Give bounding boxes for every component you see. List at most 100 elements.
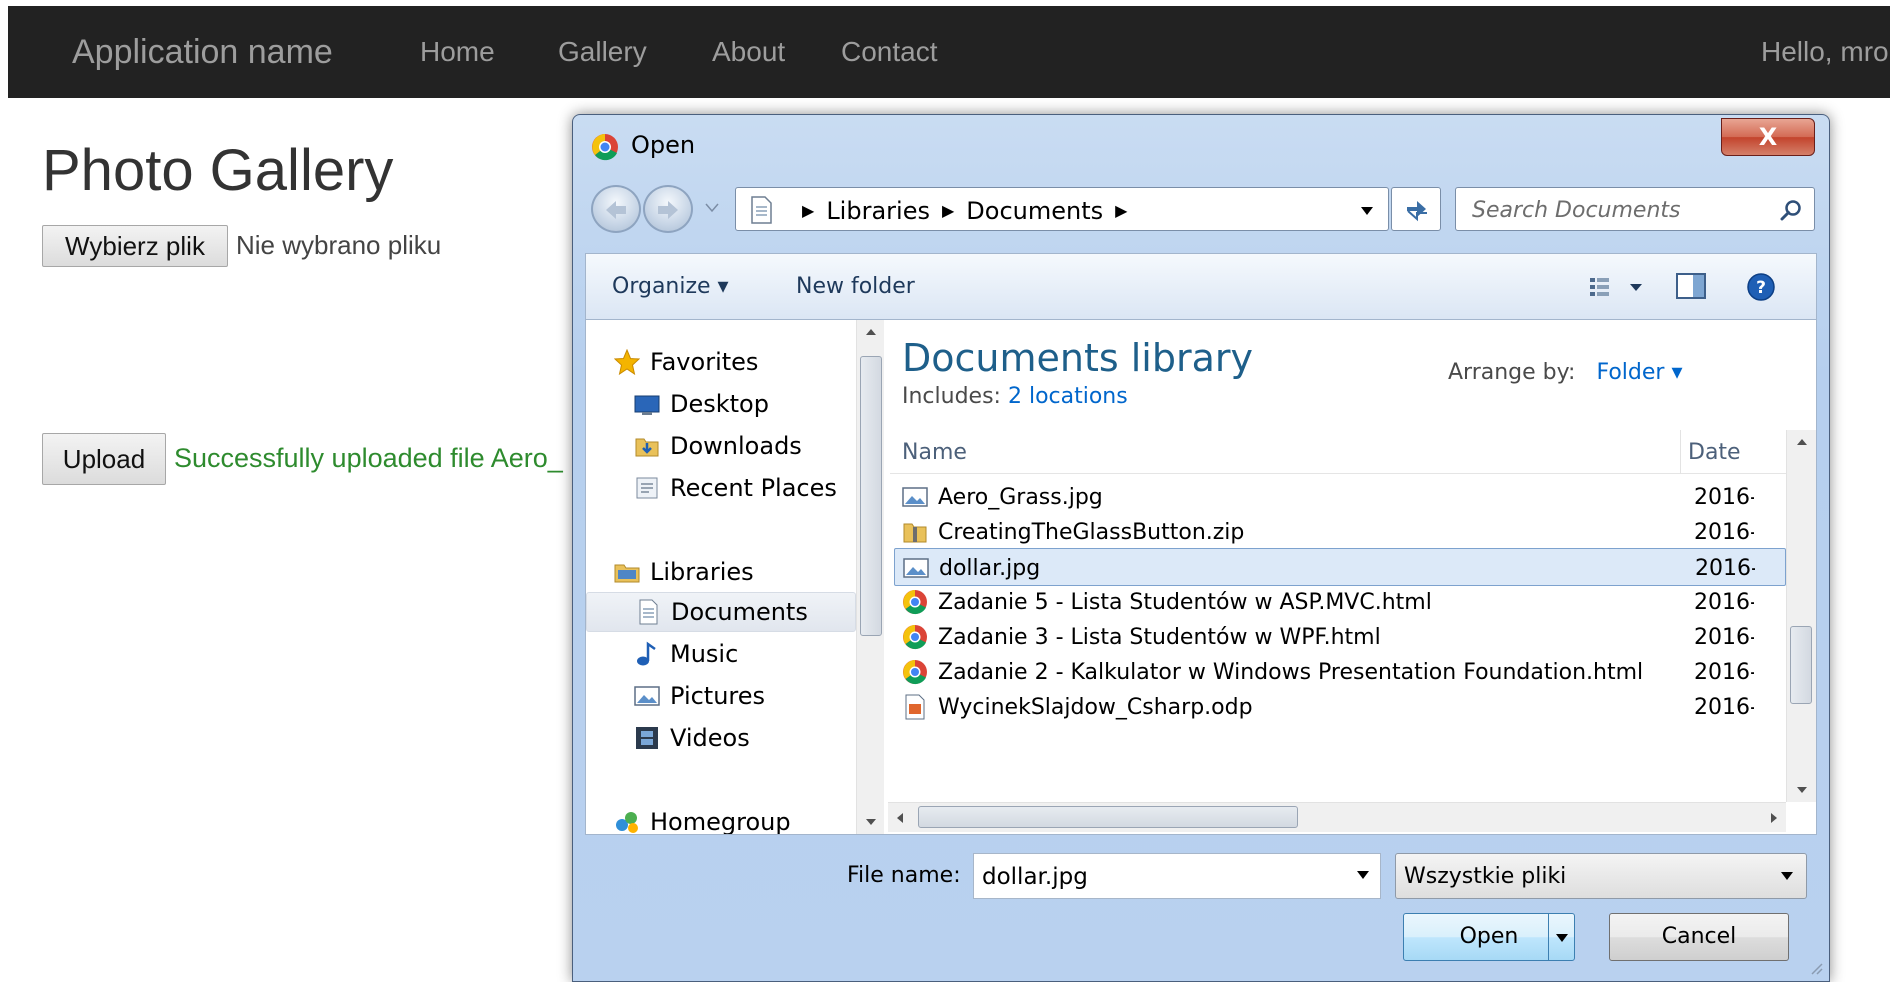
breadcrumb-documents[interactable]: Documents (966, 197, 1103, 225)
arrange-dropdown[interactable]: Folder ▾ (1596, 360, 1682, 385)
column-date[interactable]: Date (1688, 440, 1741, 465)
nav-homegroup-label: Homegroup (650, 808, 791, 834)
nav-favorites-label: Favorites (650, 348, 759, 376)
file-row[interactable]: Zadanie 3 - Lista Studentów w WPF.html 20… (894, 618, 1786, 656)
page-title: Photo Gallery (42, 138, 394, 203)
command-bar: Organize ▾ New folder ? (585, 253, 1817, 319)
file-row[interactable]: Zadanie 2 - Kalkulator w Windows Present… (894, 653, 1786, 691)
downloads-icon (635, 438, 659, 457)
file-date: 2016- (1694, 660, 1754, 685)
file-row[interactable]: WycinekSlajdow_Csharp.odp 2016- (894, 688, 1786, 726)
library-includes: Includes: 2 locations (902, 384, 1128, 409)
back-button[interactable] (591, 185, 641, 233)
choose-file-button[interactable]: Wybierz plik (42, 225, 228, 267)
file-list-scrollbar[interactable] (1786, 430, 1816, 802)
file-name-input[interactable]: dollar.jpg (973, 853, 1381, 899)
chevron-right-icon[interactable]: ▶ (1115, 201, 1127, 220)
address-dropdown-icon[interactable] (1360, 206, 1374, 216)
chevron-down-icon (1556, 934, 1568, 942)
scrollbar-thumb[interactable] (1790, 626, 1812, 704)
nav-homegroup[interactable]: Homegroup (614, 802, 791, 834)
search-box[interactable]: Search Documents (1455, 187, 1815, 231)
chevron-right-icon[interactable]: ▶ (942, 201, 954, 220)
file-row[interactable]: CreatingTheGlassButton.zip 2016- (894, 513, 1786, 551)
organize-menu[interactable]: Organize ▾ (612, 274, 729, 299)
nav-videos[interactable]: Videos (634, 718, 750, 758)
scroll-down-icon[interactable] (1796, 786, 1808, 794)
nav-pictures[interactable]: Pictures (634, 676, 765, 716)
search-input[interactable]: Search Documents (1472, 198, 1681, 223)
refresh-icon (1407, 201, 1427, 222)
recent-places-icon (636, 477, 658, 499)
file-row[interactable]: dollar.jpg 2016- (894, 548, 1786, 586)
file-row[interactable]: Zadanie 5 - Lista Studentów w ASP.MVC.ht… (894, 583, 1786, 621)
open-button[interactable]: Open (1403, 913, 1575, 961)
column-name[interactable]: Name (902, 440, 967, 465)
includes-label: Includes: (902, 384, 1001, 409)
library-title: Documents library (902, 336, 1253, 380)
navigation-scrollbar[interactable] (856, 320, 884, 834)
locations-link[interactable]: 2 locations (1008, 384, 1128, 409)
open-options-button[interactable] (1548, 914, 1574, 960)
forward-arrow-icon (658, 201, 678, 219)
chrome-icon (903, 660, 927, 685)
help-icon[interactable]: ? (1746, 272, 1776, 302)
desktop-icon (634, 395, 660, 415)
history-buttons (591, 183, 701, 235)
nav-documents[interactable]: Documents (586, 592, 856, 632)
nav-home[interactable]: Home (420, 34, 495, 70)
scroll-down-icon[interactable] (865, 818, 877, 826)
nav-contact[interactable]: Contact (841, 34, 938, 70)
upload-button[interactable]: Upload (42, 433, 166, 485)
refresh-button[interactable] (1391, 187, 1441, 231)
scroll-up-icon[interactable] (1796, 438, 1808, 446)
file-date: 2016- (1695, 556, 1755, 581)
recent-pages-dropdown-icon[interactable] (705, 203, 719, 213)
dialog-title: Open (631, 131, 696, 159)
user-greeting[interactable]: Hello, mro (1761, 34, 1890, 70)
file-date: 2016- (1694, 485, 1754, 510)
nav-about[interactable]: About (712, 34, 785, 70)
view-options-icon[interactable] (1588, 274, 1646, 300)
scroll-up-icon[interactable] (865, 328, 877, 336)
navigation-pane: Favorites Desktop Downloads Recent Place… (586, 320, 856, 834)
resize-grip-icon[interactable] (1809, 961, 1823, 975)
file-type-dropdown-icon[interactable] (1780, 871, 1794, 881)
scroll-left-icon[interactable] (896, 812, 904, 824)
svg-text:?: ? (1756, 278, 1766, 298)
address-bar[interactable]: ▶ Libraries ▶ Documents ▶ (735, 187, 1389, 231)
nav-recent-places[interactable]: Recent Places (634, 468, 837, 508)
chevron-right-icon[interactable]: ▶ (802, 201, 814, 220)
image-icon (903, 558, 929, 578)
cancel-button[interactable]: Cancel (1609, 913, 1789, 961)
preview-pane-icon[interactable] (1676, 272, 1706, 300)
scroll-right-icon[interactable] (1770, 812, 1778, 824)
breadcrumb-libraries[interactable]: Libraries (826, 197, 930, 225)
nav-libraries[interactable]: Libraries (614, 552, 754, 592)
nav-favorites[interactable]: Favorites (614, 342, 758, 382)
new-folder-button[interactable]: New folder (796, 274, 915, 299)
nav-documents-label: Documents (671, 598, 808, 626)
horizontal-scrollbar-thumb[interactable] (918, 806, 1298, 828)
file-row[interactable]: Aero_Grass.jpg 2016- (894, 478, 1786, 516)
horizontal-scrollbar[interactable] (888, 802, 1786, 832)
nav-music-label: Music (670, 640, 739, 668)
file-name: Aero_Grass.jpg (938, 485, 1103, 510)
star-icon (614, 349, 640, 375)
nav-desktop[interactable]: Desktop (634, 384, 769, 424)
file-name-dropdown-icon[interactable] (1356, 870, 1370, 880)
nav-downloads[interactable]: Downloads (634, 426, 802, 466)
breadcrumb: ▶ Libraries ▶ Documents ▶ (790, 197, 1139, 225)
forward-button[interactable] (643, 185, 693, 233)
brand-link[interactable]: Application name (72, 30, 333, 74)
file-name: Zadanie 2 - Kalkulator w Windows Present… (938, 660, 1644, 685)
file-type-select[interactable]: Wszystkie pliki (1395, 853, 1807, 899)
nav-recent-places-label: Recent Places (670, 474, 837, 502)
search-icon[interactable] (1780, 199, 1802, 221)
nav-gallery[interactable]: Gallery (558, 34, 647, 70)
document-folder-icon (751, 196, 772, 224)
nav-music[interactable]: Music (634, 634, 738, 674)
close-button[interactable]: X (1721, 118, 1815, 156)
scrollbar-thumb[interactable] (860, 356, 882, 636)
column-divider[interactable] (1680, 430, 1681, 474)
